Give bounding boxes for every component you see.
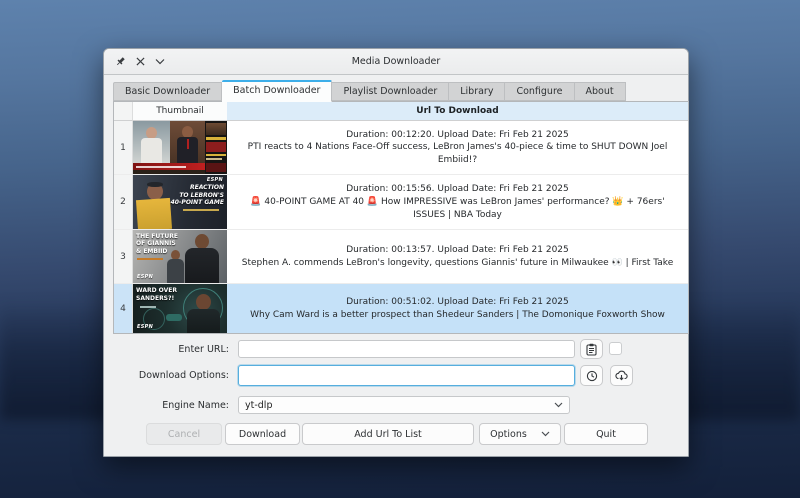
video-entry-text[interactable]: Duration: 00:15:56. Upload Date: Fri Feb… — [227, 175, 688, 228]
media-downloader-window: Media Downloader Basic Downloader Batch … — [103, 48, 689, 457]
options-button-label: Options — [490, 429, 527, 440]
titlebar[interactable]: Media Downloader — [104, 49, 688, 75]
thumb-giannis-head — [195, 234, 209, 249]
video-duration: Duration: 00:13:57. Upload Date: Fri Feb… — [346, 244, 569, 257]
video-thumbnail: WARD OVER SANDERS?! ESPN — [133, 284, 227, 333]
row-number: 2 — [114, 175, 133, 228]
engine-row: Engine Name: yt-dlp — [113, 396, 681, 414]
add-url-to-list-button[interactable]: Add Url To List — [302, 423, 474, 445]
tab-basic-downloader[interactable]: Basic Downloader — [113, 82, 222, 101]
download-options-label: Download Options: — [113, 370, 229, 381]
download-options-input[interactable] — [238, 365, 575, 386]
table-row-selected[interactable]: 4 WARD OVER SANDERS?! ESPN Duration: 00:… — [114, 284, 688, 333]
download-button[interactable]: Download — [225, 423, 300, 445]
thumb-banner-text-line — [136, 166, 186, 168]
thumb-lower-strip — [133, 170, 205, 174]
thumb-host-right-tie — [187, 139, 189, 149]
thumb-embiid-body — [167, 259, 184, 283]
monitor-clipboard-checkbox[interactable] — [609, 342, 622, 355]
engine-label: Engine Name: — [113, 400, 229, 411]
chevron-down-icon — [541, 431, 550, 437]
options-button[interactable]: Options — [479, 423, 561, 445]
cancel-button: Cancel — [146, 423, 222, 445]
download-options-row: Download Options: — [113, 365, 681, 386]
column-header-thumbnail[interactable]: Thumbnail — [133, 102, 227, 121]
clipboard-icon — [586, 343, 597, 356]
video-duration: Duration: 00:15:56. Upload Date: Fri Feb… — [346, 183, 569, 196]
header-corner — [114, 102, 133, 121]
video-entry-text[interactable]: Duration: 00:12:20. Upload Date: Fri Feb… — [227, 121, 688, 174]
table-row[interactable]: 2 REACTION TO LEBRON'S 40-POINT GAME ESP… — [114, 175, 688, 229]
chevron-down-icon — [554, 402, 563, 408]
desktop: { "window": { "title": "Media Downloader… — [0, 0, 800, 498]
engine-select[interactable]: yt-dlp — [238, 396, 570, 414]
video-duration: Duration: 00:12:20. Upload Date: Fri Feb… — [346, 129, 569, 142]
quit-button[interactable]: Quit — [564, 423, 648, 445]
engine-selected-value: yt-dlp — [245, 400, 272, 411]
thumb-side-red-block — [206, 142, 226, 152]
espn-logo: ESPN — [207, 177, 223, 183]
video-title: Why Cam Ward is a better prospect than S… — [250, 309, 665, 322]
video-title: Stephen A. commends LeBron's longevity, … — [242, 257, 674, 270]
thumb-subcaption-line — [183, 209, 219, 211]
tab-about[interactable]: About — [575, 82, 626, 101]
thumb-side-yellow-line2 — [206, 158, 222, 160]
thumb-ward-body — [187, 309, 220, 333]
url-label: Enter URL: — [113, 344, 229, 355]
tab-bar: Basic Downloader Batch Downloader Playli… — [113, 80, 626, 101]
options-history-button[interactable] — [580, 365, 603, 386]
table-header: Thumbnail Url To Download — [114, 102, 688, 121]
video-thumbnail — [133, 121, 227, 174]
thumb-subcaption-line — [140, 306, 156, 308]
thumb-side-yellow-bar — [206, 137, 226, 140]
video-title: PTI reacts to 4 Nations Face-Off success… — [237, 141, 678, 166]
video-entry-text[interactable]: Duration: 00:51:02. Upload Date: Fri Feb… — [227, 284, 688, 333]
download-defaults-button[interactable] — [610, 365, 633, 386]
thumb-side-yellow-line1 — [206, 154, 226, 156]
thumb-side-photo — [206, 123, 226, 135]
espn-logo: ESPN — [137, 274, 153, 280]
url-row: Enter URL: — [113, 340, 681, 358]
paste-clipboard-button[interactable] — [580, 339, 603, 359]
thumb-giannis-jersey — [185, 248, 219, 283]
table-row[interactable]: 3 THE FUTURE OF GIANNIS & EMBIID ESPN Du… — [114, 230, 688, 284]
download-list-table[interactable]: Thumbnail Url To Download 1 — [113, 101, 689, 334]
row-number: 4 — [114, 284, 133, 333]
video-entry-text[interactable]: Duration: 00:13:57. Upload Date: Fri Feb… — [227, 230, 688, 283]
history-clock-icon — [586, 370, 598, 382]
thumbnail-headline: REACTION TO LEBRON'S 40-POINT GAME — [171, 184, 224, 207]
tab-playlist-downloader[interactable]: Playlist Downloader — [332, 82, 449, 101]
espn-logo: ESPN — [137, 324, 153, 330]
url-input[interactable] — [238, 340, 575, 358]
thumbnail-headline: WARD OVER SANDERS?! — [136, 287, 177, 302]
video-title: 🚨 40-POINT GAME AT 40 🚨 How IMPRESSIVE w… — [237, 196, 678, 221]
thumb-host-left-body — [141, 138, 162, 163]
thumb-subcaption-line — [137, 258, 163, 261]
row-number: 3 — [114, 230, 133, 283]
thumb-teal-pill — [166, 314, 182, 321]
video-thumbnail: THE FUTURE OF GIANNIS & EMBIID ESPN — [133, 230, 227, 283]
video-thumbnail: REACTION TO LEBRON'S 40-POINT GAME ESPN — [133, 175, 227, 228]
thumb-side-red-block2 — [206, 163, 226, 172]
column-header-url[interactable]: Url To Download — [227, 102, 688, 121]
table-row[interactable]: 1 Duration: 00:12: — [114, 121, 688, 175]
window-title: Media Downloader — [104, 56, 688, 67]
thumb-lebron-jersey — [136, 198, 172, 229]
tab-batch-downloader[interactable]: Batch Downloader — [222, 80, 332, 102]
tab-library[interactable]: Library — [449, 82, 505, 101]
video-duration: Duration: 00:51:02. Upload Date: Fri Feb… — [346, 296, 569, 309]
tab-configure[interactable]: Configure — [505, 82, 574, 101]
cloud-download-icon — [615, 370, 628, 381]
row-number: 1 — [114, 121, 133, 174]
